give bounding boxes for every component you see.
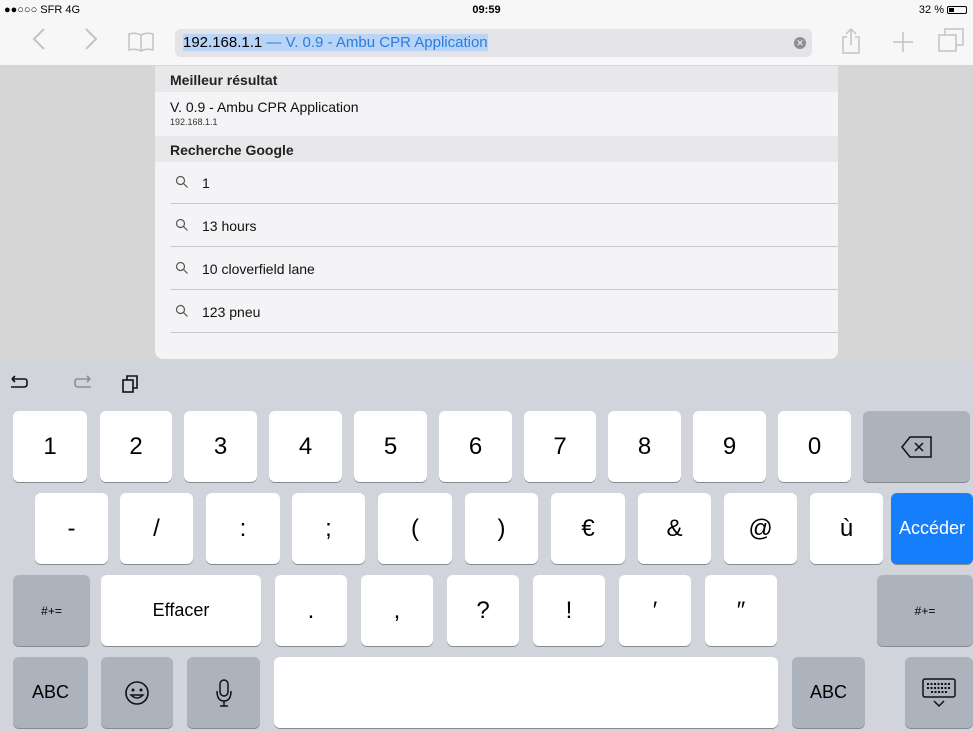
address-bar[interactable]: 192.168.1.1 — V. 0.9 - Ambu CPR Applicat… bbox=[175, 29, 812, 57]
hide-keyboard-key[interactable] bbox=[905, 657, 973, 728]
suggestion-label: 123 pneu bbox=[202, 304, 261, 320]
search-icon bbox=[175, 304, 188, 317]
suggestion-item[interactable]: 1 bbox=[155, 162, 838, 204]
key[interactable]: ; bbox=[292, 493, 365, 564]
go-button[interactable]: Accéder bbox=[891, 493, 973, 564]
suggestion-label: 1 bbox=[202, 175, 210, 191]
suggestion-item[interactable]: 123 pneu bbox=[155, 291, 838, 333]
key[interactable]: , bbox=[361, 575, 433, 646]
address-text[interactable]: 192.168.1.1 — V. 0.9 - Ambu CPR Applicat… bbox=[183, 34, 488, 51]
key[interactable]: 6 bbox=[439, 411, 512, 482]
key[interactable]: . bbox=[275, 575, 347, 646]
tabs-icon[interactable] bbox=[938, 28, 964, 56]
key[interactable]: 7 bbox=[524, 411, 596, 482]
search-suggestions: Meilleur résultat V. 0.9 - Ambu CPR Appl… bbox=[155, 66, 838, 359]
key[interactable]: @ bbox=[724, 493, 797, 564]
bookmarks-icon[interactable] bbox=[128, 30, 154, 56]
suggestion-item[interactable]: 13 hours bbox=[155, 205, 838, 247]
effacer-key[interactable]: Effacer bbox=[101, 575, 261, 646]
key[interactable]: / bbox=[120, 493, 193, 564]
battery-icon bbox=[947, 6, 967, 14]
status-bar: ●●○○○ SFR 4G 09:59 32 % bbox=[0, 0, 973, 20]
paste-icon[interactable] bbox=[121, 374, 139, 400]
more-symbols-key[interactable]: #+= bbox=[13, 575, 90, 646]
more-symbols-key-right[interactable]: #+= bbox=[877, 575, 973, 646]
key[interactable]: 0 bbox=[778, 411, 851, 482]
key[interactable]: ( bbox=[378, 493, 452, 564]
emoji-icon bbox=[125, 680, 149, 705]
share-icon[interactable] bbox=[842, 27, 860, 58]
google-search-header: Recherche Google bbox=[155, 136, 838, 162]
on-screen-keyboard: 1 2 3 4 5 6 7 8 9 0 - / : ; ( ) € & @ ù … bbox=[0, 359, 973, 732]
search-icon bbox=[175, 218, 188, 231]
key[interactable]: ′ bbox=[619, 575, 691, 646]
emoji-key[interactable] bbox=[101, 657, 173, 728]
key[interactable]: ) bbox=[465, 493, 538, 564]
undo-icon[interactable] bbox=[8, 374, 28, 398]
key[interactable]: - bbox=[35, 493, 108, 564]
key[interactable]: & bbox=[638, 493, 711, 564]
search-icon bbox=[175, 175, 188, 188]
back-icon[interactable] bbox=[32, 27, 46, 55]
delete-key[interactable] bbox=[863, 411, 970, 482]
page-title: — V. 0.9 - Ambu CPR Application bbox=[262, 34, 488, 51]
battery-percent: 32 % bbox=[918, 4, 944, 16]
key[interactable]: 2 bbox=[100, 411, 172, 482]
best-result-header: Meilleur résultat bbox=[155, 66, 838, 92]
browser-toolbar: 192.168.1.1 — V. 0.9 - Ambu CPR Applicat… bbox=[0, 20, 973, 66]
suggestion-label: 10 cloverfield lane bbox=[202, 261, 315, 277]
clock: 09:59 bbox=[472, 4, 501, 16]
best-result-item[interactable]: V. 0.9 - Ambu CPR Application 192.168.1.… bbox=[155, 92, 838, 136]
forward-icon[interactable] bbox=[84, 27, 98, 55]
microphone-icon bbox=[215, 678, 232, 707]
key[interactable]: 3 bbox=[184, 411, 257, 482]
key[interactable]: € bbox=[551, 493, 625, 564]
key[interactable]: ″ bbox=[705, 575, 777, 646]
keyboard-hide-icon bbox=[922, 677, 956, 707]
abc-key[interactable]: ABC bbox=[13, 657, 88, 728]
search-icon bbox=[175, 261, 188, 274]
backspace-icon bbox=[900, 435, 932, 458]
suggestion-item[interactable]: 10 cloverfield lane bbox=[155, 248, 838, 290]
suggestion-label: 13 hours bbox=[202, 218, 257, 234]
best-result-url: 192.168.1.1 bbox=[170, 117, 218, 127]
key[interactable]: ? bbox=[447, 575, 519, 646]
key[interactable]: 5 bbox=[354, 411, 427, 482]
key[interactable]: ù bbox=[810, 493, 883, 564]
clear-icon[interactable]: ✕ bbox=[794, 37, 806, 49]
new-tab-icon[interactable] bbox=[893, 30, 913, 56]
key[interactable]: ! bbox=[533, 575, 605, 646]
key[interactable]: : bbox=[206, 493, 280, 564]
key[interactable]: 8 bbox=[608, 411, 681, 482]
key[interactable]: 1 bbox=[13, 411, 87, 482]
url-host: 192.168.1.1 bbox=[183, 34, 263, 51]
key[interactable]: 9 bbox=[693, 411, 766, 482]
abc-key-right[interactable]: ABC bbox=[792, 657, 865, 728]
redo-icon[interactable] bbox=[74, 374, 94, 398]
best-result-title: V. 0.9 - Ambu CPR Application bbox=[170, 99, 359, 115]
dictation-key[interactable] bbox=[187, 657, 260, 728]
key[interactable]: 4 bbox=[269, 411, 342, 482]
space-bar[interactable] bbox=[274, 657, 778, 728]
battery-status: 32 % bbox=[919, 4, 967, 16]
